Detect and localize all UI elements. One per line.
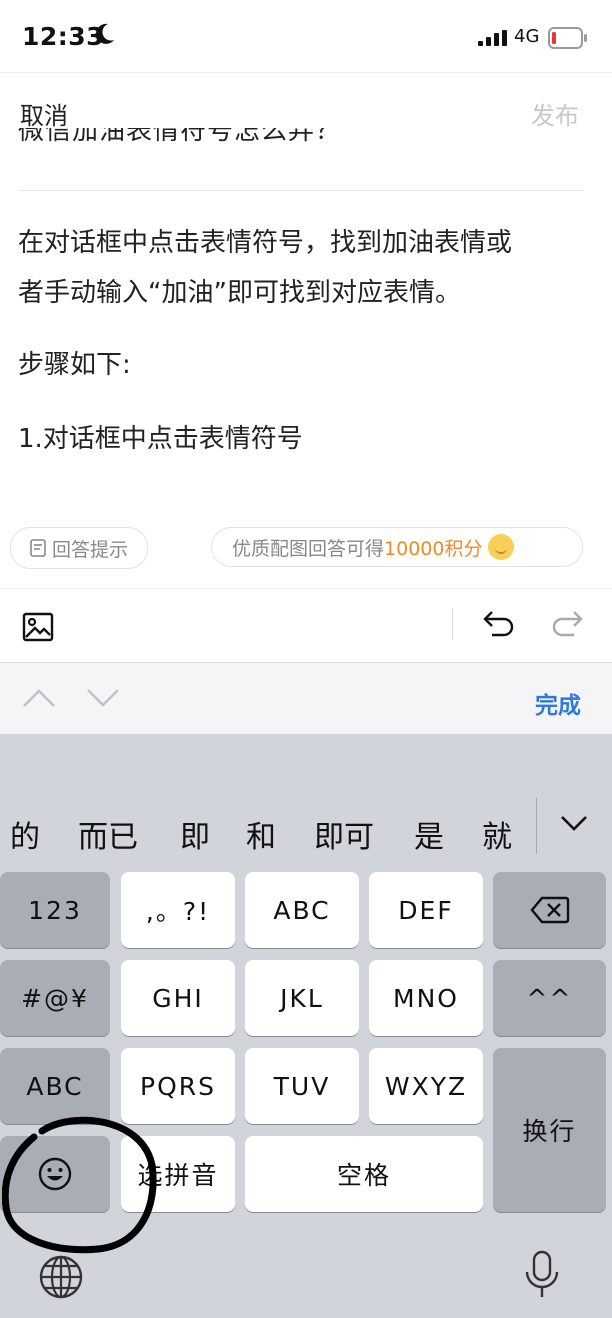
key-abc[interactable]: ABC — [245, 872, 359, 948]
candidate-word[interactable]: 就 — [482, 812, 512, 856]
key-emoticon[interactable]: ^^ — [493, 960, 606, 1036]
question-title-clipped: 微信加油表情符号怎么弄？ — [18, 128, 343, 146]
key-wxyz[interactable]: WXYZ — [369, 1048, 483, 1124]
return-key[interactable]: 换行 — [493, 1048, 606, 1212]
space-key[interactable]: 空格 — [245, 1136, 483, 1212]
answer-tips-button[interactable]: 回答提示 — [10, 527, 148, 569]
candidate-word[interactable]: 和 — [246, 812, 276, 856]
globe-icon[interactable] — [38, 1254, 84, 1300]
backspace-key[interactable] — [493, 872, 606, 948]
moon-icon — [96, 23, 114, 44]
microphone-icon[interactable] — [522, 1250, 562, 1300]
document-icon — [30, 539, 46, 557]
key-symbols[interactable]: #@¥ — [0, 960, 110, 1036]
reward-hint[interactable]: 优质配图回答可得 10000积分 — [211, 527, 583, 567]
chevron-down-icon[interactable] — [86, 688, 120, 708]
hand-drawn-circle-annotation — [2, 1116, 157, 1254]
coin-emoji-icon — [488, 534, 515, 560]
key-abc-mode[interactable]: ABC — [0, 1048, 110, 1124]
network-type: 4G — [514, 26, 540, 47]
signal-icon — [478, 30, 507, 46]
answer-paragraph-3[interactable]: 1.对话框中点击表情符号 — [18, 414, 598, 464]
key-jkl[interactable]: JKL — [245, 960, 359, 1036]
image-icon[interactable] — [22, 612, 54, 642]
editor-toolbar — [0, 588, 612, 663]
key-tuv[interactable]: TUV — [245, 1048, 359, 1124]
candidate-word[interactable]: 即 — [180, 812, 210, 856]
cancel-button[interactable]: 取消 — [20, 96, 68, 131]
key-punctuation[interactable]: ,。?! — [121, 872, 235, 948]
key-def[interactable]: DEF — [369, 872, 483, 948]
answer-paragraph-1[interactable]: 在对话框中点击表情符号，找到加油表情或 者手动输入“加油”即可找到对应表情。 — [18, 218, 598, 318]
backspace-icon — [529, 896, 569, 924]
candidate-word[interactable]: 是 — [414, 812, 444, 856]
candidate-word[interactable]: 而已 — [78, 812, 138, 856]
key-ghi[interactable]: GHI — [121, 960, 235, 1036]
undo-icon[interactable] — [482, 608, 516, 640]
toolbar-divider — [452, 608, 453, 640]
candidate-divider — [536, 798, 537, 854]
status-time: 12:33 — [22, 22, 105, 51]
candidate-word[interactable]: 即可 — [314, 812, 374, 856]
publish-button[interactable]: 发布 — [531, 96, 579, 131]
battery-icon — [548, 27, 587, 49]
key-pqrs[interactable]: PQRS — [121, 1048, 235, 1124]
answer-paragraph-2[interactable]: 步骤如下: — [18, 340, 598, 390]
key-123[interactable]: 123 — [0, 872, 110, 948]
redo-icon[interactable] — [550, 608, 584, 640]
candidate-word[interactable]: 的 — [10, 812, 40, 856]
key-mno[interactable]: MNO — [369, 960, 483, 1036]
expand-candidates-icon[interactable] — [560, 814, 588, 832]
chevron-up-icon[interactable] — [22, 688, 56, 708]
done-button[interactable]: 完成 — [535, 686, 581, 720]
title-divider — [18, 190, 584, 191]
